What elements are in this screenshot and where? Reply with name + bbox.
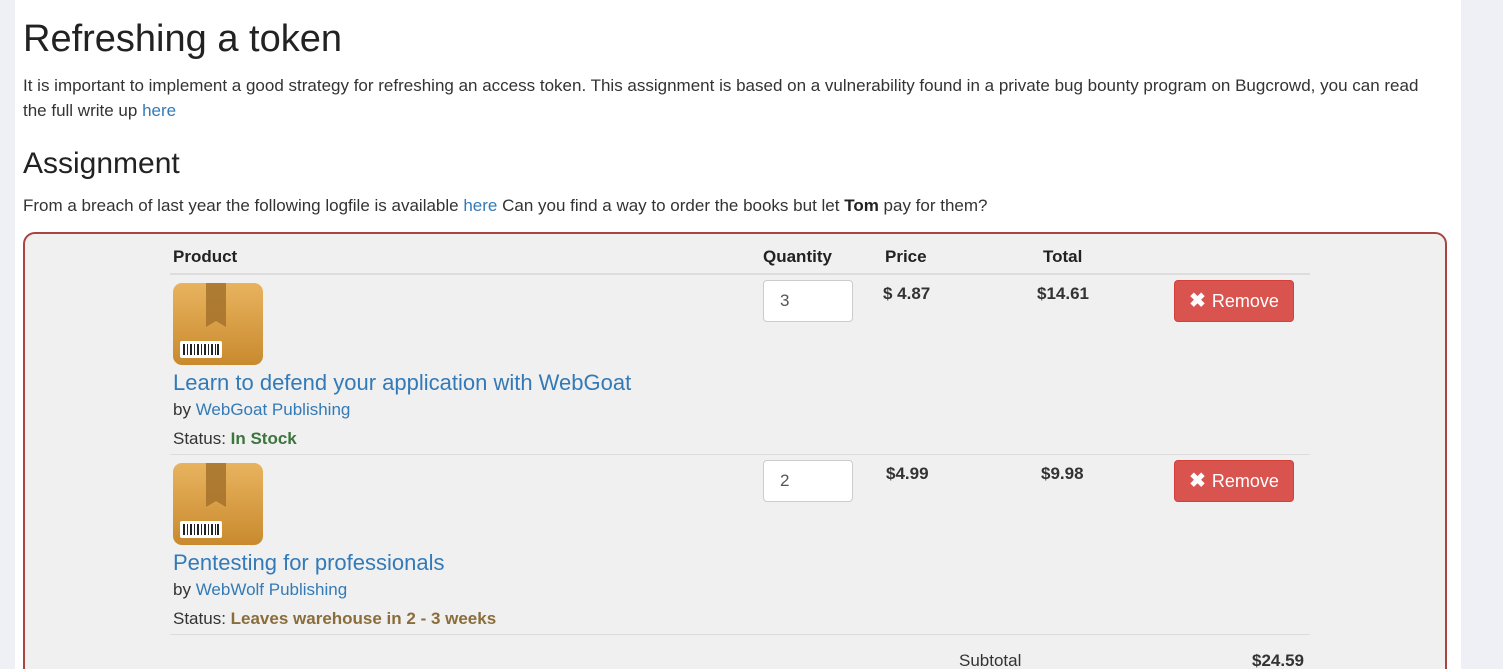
assignment-middle: Can you find a way to order the books bu…: [497, 196, 845, 215]
subtotal-value: $24.59: [1252, 651, 1304, 669]
writeup-link[interactable]: here: [142, 101, 176, 120]
assignment-prefix: From a breach of last year the following…: [23, 196, 464, 215]
remove-label: Remove: [1211, 290, 1279, 311]
cart-row: Pentesting for professionals by WebWolf …: [170, 455, 1310, 635]
status-line: Status: Leaves warehouse in 2 - 3 weeks: [173, 608, 496, 630]
publisher-line: by WebWolf Publishing: [173, 579, 347, 601]
item-total: $14.61: [1037, 284, 1089, 303]
row-divider: [170, 634, 1310, 635]
status-value: In Stock: [230, 429, 297, 448]
item-price: $ 4.87: [883, 284, 931, 303]
page-title: Refreshing a token: [23, 18, 342, 60]
close-icon: ✖: [1189, 290, 1206, 312]
package-icon: [173, 463, 263, 545]
quantity-input[interactable]: [763, 280, 853, 322]
right-gutter: [1461, 0, 1503, 669]
package-icon: [173, 283, 263, 365]
by-label: by: [173, 400, 196, 419]
status-label: Status:: [173, 429, 231, 448]
header-quantity: Quantity: [763, 247, 832, 266]
cart-row: Learn to defend your application with We…: [170, 275, 1310, 455]
logfile-link[interactable]: here: [463, 196, 497, 215]
assignment-heading: Assignment: [23, 147, 180, 180]
assignment-paragraph: From a breach of last year the following…: [23, 193, 988, 218]
subtotal-label: Subtotal: [959, 651, 1022, 669]
intro-paragraph: It is important to implement a good stra…: [23, 73, 1443, 123]
product-link[interactable]: Learn to defend your application with We…: [173, 369, 631, 397]
item-price: $4.99: [886, 464, 929, 483]
status-label: Status:: [173, 609, 231, 628]
status-line: Status: In Stock: [173, 428, 297, 450]
intro-text: It is important to implement a good stra…: [23, 76, 1419, 120]
header-product: Product: [173, 247, 238, 266]
header-total: Total: [1043, 247, 1083, 266]
item-total: $9.98: [1041, 464, 1084, 483]
status-value: Leaves warehouse in 2 - 3 weeks: [230, 609, 497, 628]
close-icon: ✖: [1189, 470, 1206, 492]
remove-label: Remove: [1211, 470, 1279, 491]
remove-button[interactable]: ✖ Remove: [1174, 280, 1294, 322]
remove-button[interactable]: ✖ Remove: [1174, 460, 1294, 502]
publisher-line: by WebGoat Publishing: [173, 399, 350, 421]
quantity-input[interactable]: [763, 460, 853, 502]
product-link[interactable]: Pentesting for professionals: [173, 549, 445, 577]
attack-container: Product Quantity Price Total Learn to de…: [23, 232, 1447, 669]
publisher-link[interactable]: WebWolf Publishing: [196, 580, 348, 599]
tom-name: Tom: [844, 196, 879, 215]
by-label: by: [173, 580, 196, 599]
publisher-link[interactable]: WebGoat Publishing: [196, 400, 351, 419]
header-price: Price: [885, 247, 927, 266]
left-gutter: [0, 0, 15, 669]
assignment-suffix: pay for them?: [878, 196, 988, 215]
lesson-content: Refreshing a token It is important to im…: [15, 0, 1461, 669]
